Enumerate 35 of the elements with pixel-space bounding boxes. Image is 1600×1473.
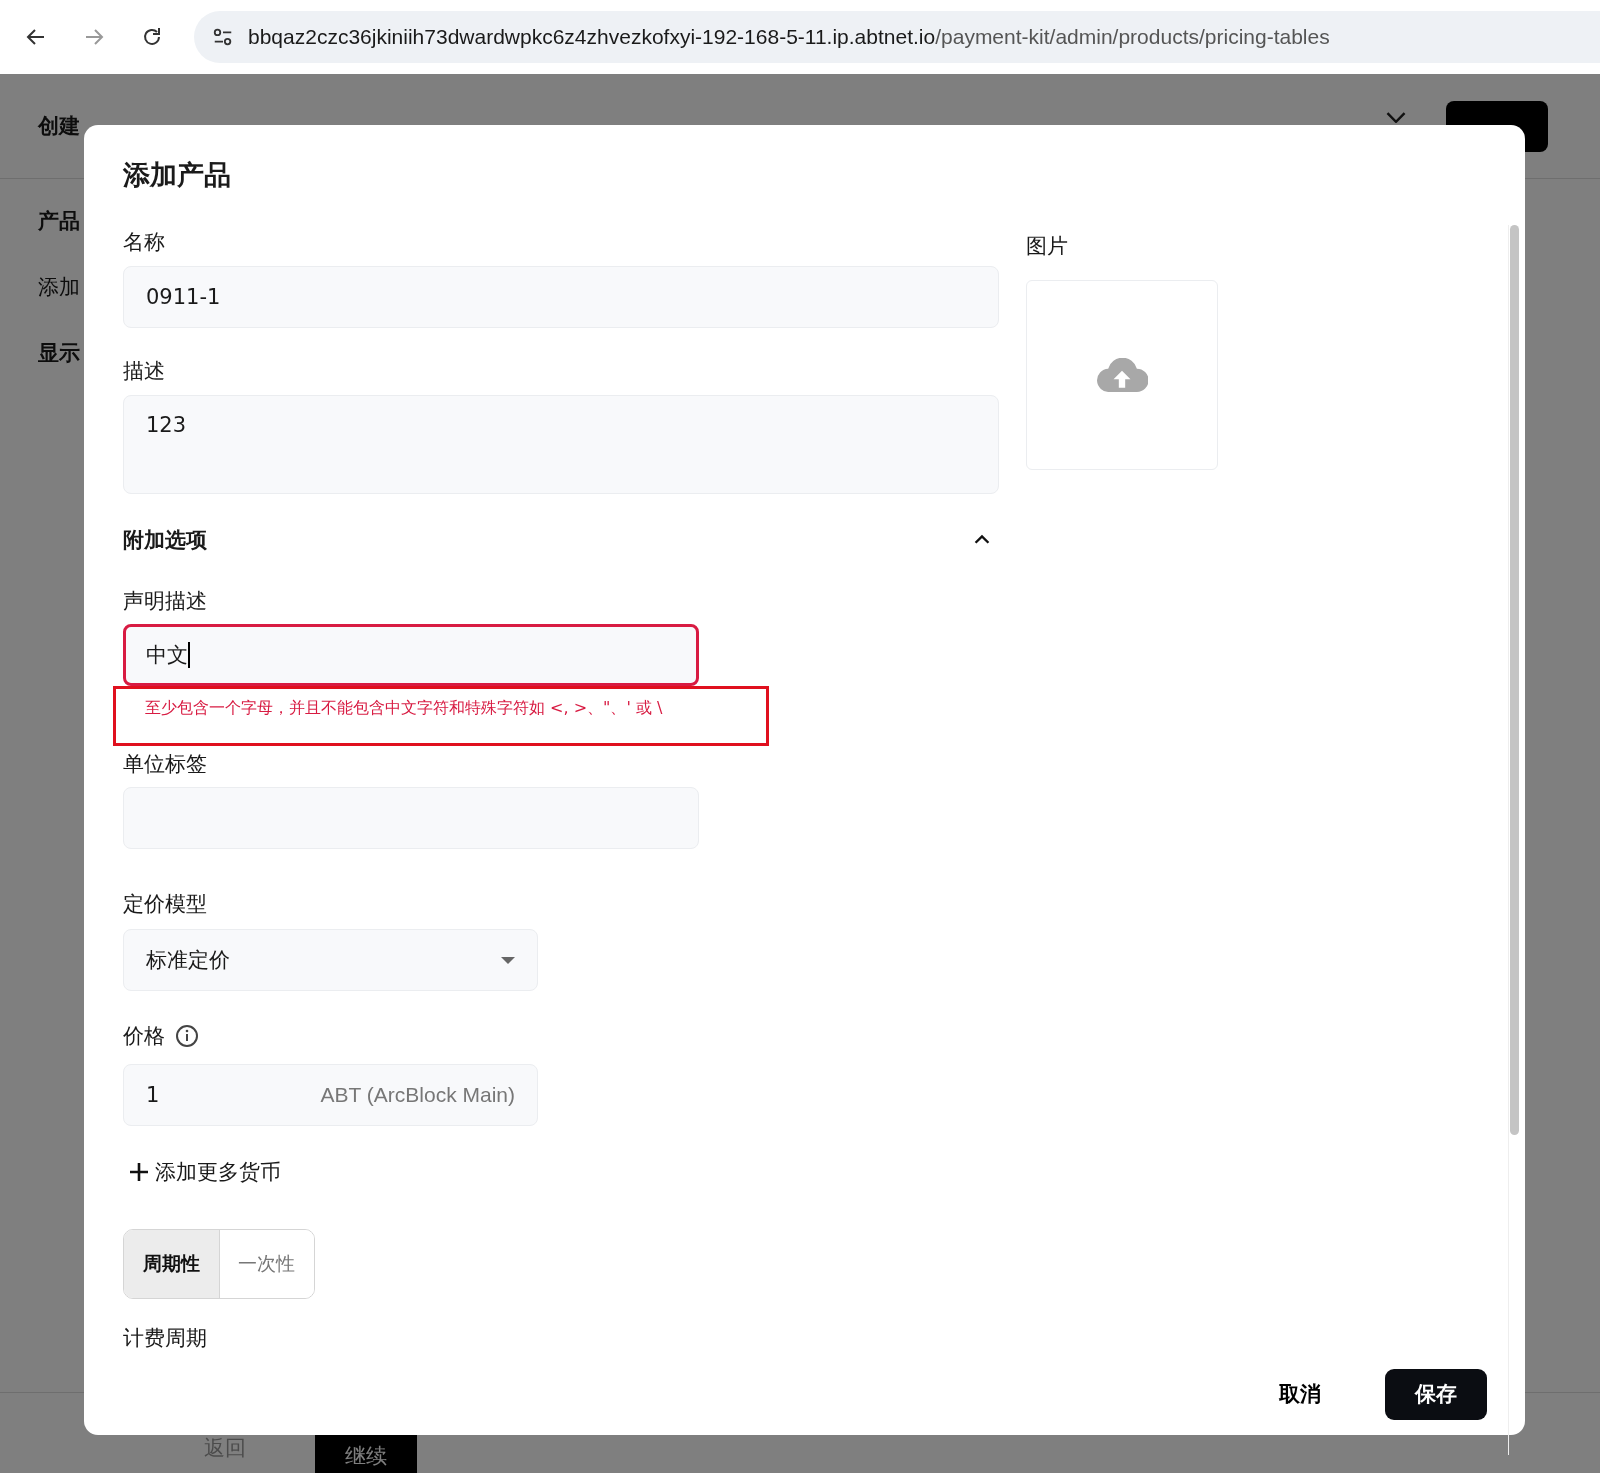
error-message: 至少包含一个字母，并且不能包含中文字符和特殊字符如 <, >、"、' 或 \: [144, 697, 663, 719]
field-label: 描述: [123, 358, 165, 385]
text-area[interactable]: 123: [123, 395, 999, 494]
image-upload-area[interactable]: [1026, 280, 1218, 470]
section-title: 附加选项: [123, 527, 207, 554]
currency-label: ABT (ArcBlock Main): [320, 1083, 515, 1107]
plus-icon: [129, 1162, 149, 1182]
field-label: 价格: [123, 1023, 165, 1050]
cancel-button[interactable]: 取消: [1270, 1379, 1330, 1409]
chevron-down-icon: [1386, 112, 1406, 123]
dropdown[interactable]: 标准定价: [123, 929, 538, 991]
price-field[interactable]: 1 ABT (ArcBlock Main): [123, 1064, 538, 1126]
section-heading: 显示: [38, 340, 80, 367]
add-currency-link[interactable]: 添加更多货币: [123, 1157, 281, 1187]
scrollbar[interactable]: [1508, 225, 1520, 1455]
input-field[interactable]: 0911-1: [123, 266, 999, 328]
dropdown-caret-icon: [501, 956, 515, 964]
section-heading: 添加: [38, 274, 80, 301]
field-label: 声明描述: [123, 588, 207, 615]
field-label: 计费周期: [123, 1325, 207, 1352]
url-text: bbqaz2czc36jkiniih73dwardwpkc6z4zhvezkofxyi-192-168-5-11.ip.abtnet.io/payment-kit/admin/products/pricing-tables: [248, 25, 1330, 49]
save-button[interactable]: 保存: [1385, 1368, 1487, 1420]
toggle-option[interactable]: 周期性: [124, 1230, 220, 1298]
section-heading: 产品: [38, 208, 80, 235]
field-label: 图片: [1026, 233, 1068, 260]
field-label: 名称: [123, 229, 165, 256]
field-label: 单位标签: [123, 751, 207, 778]
address-bar[interactable]: bbqaz2czc36jkiniih73dwardwpkc6z4zhvezkofxyi-192-168-5-11.ip.abtnet.io/payment-kit/admin/products/pricing-tables: [194, 11, 1600, 63]
info-icon: [175, 1024, 199, 1048]
site-settings-icon: [212, 26, 234, 48]
cloud-upload-icon: [1096, 358, 1148, 392]
dialog-title: 添加产品: [123, 158, 231, 192]
field-label: 定价模型: [123, 891, 207, 918]
page-title: 创建: [38, 113, 80, 140]
input-field[interactable]: 中文: [123, 624, 699, 686]
